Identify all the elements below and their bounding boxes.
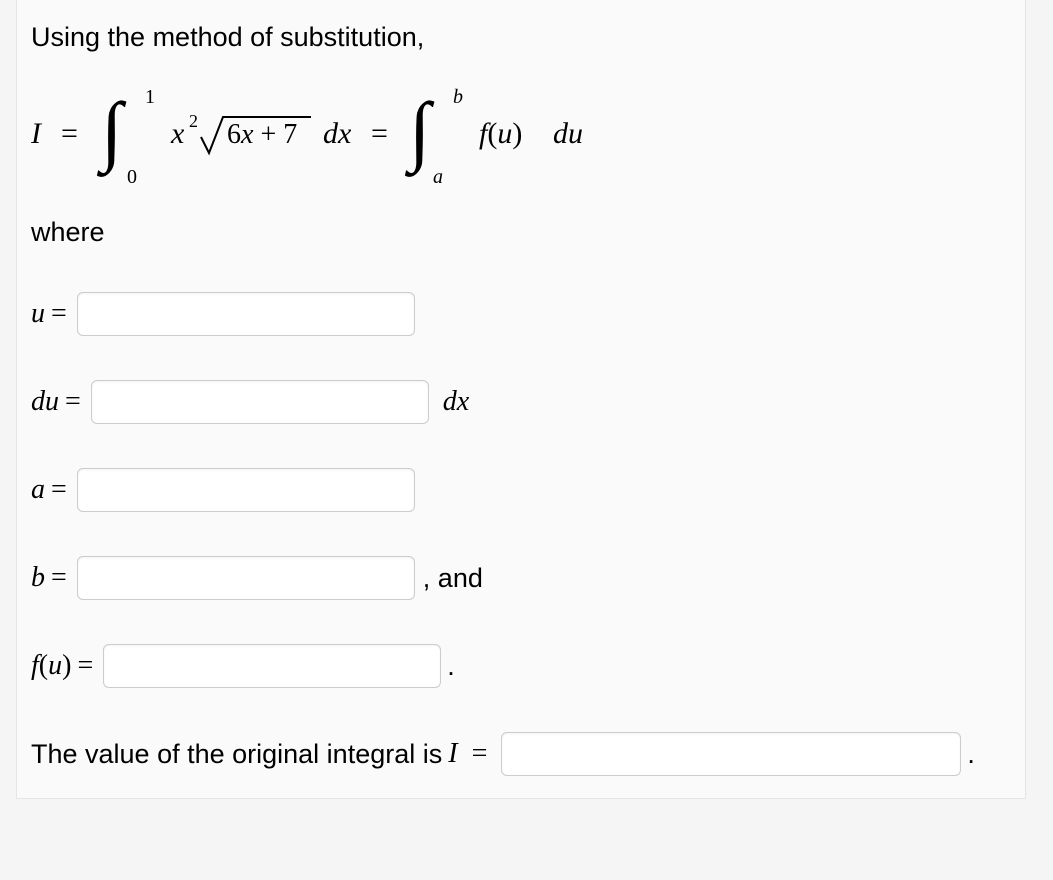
integral-sign-1: ∫ [96, 86, 127, 177]
x-squared-base: x [170, 117, 185, 150]
where-text: where [31, 217, 1009, 248]
x-squared-exp: 2 [189, 111, 198, 131]
du-text: du [553, 117, 583, 150]
row-b: b = , and [31, 556, 1009, 600]
label-fu: f(u) [31, 650, 71, 682]
upper-limit-2: b [453, 86, 463, 108]
row-final: The value of the original integral is I … [31, 732, 1009, 776]
dx-1: dx [323, 117, 352, 150]
row-u: u = [31, 292, 1009, 336]
label-a: a [31, 474, 45, 506]
eq-fu: = [77, 650, 93, 682]
eq-du: = [65, 386, 81, 418]
integral-sign-2: ∫ [404, 86, 435, 177]
label-b: b [31, 562, 45, 594]
row-a: a = [31, 468, 1009, 512]
trail-and: , and [423, 563, 483, 594]
trail-dot-final: . [967, 739, 975, 770]
row-fu: f(u) = . [31, 644, 1009, 688]
input-I[interactable] [501, 732, 961, 776]
input-fu[interactable] [103, 644, 441, 688]
integral-equation: I = ∫ 0 1 x 2 6x + 7 dx = ∫ a b f(u) [31, 81, 1009, 181]
trail-dx: dx [443, 386, 469, 418]
eq-eq2: = [371, 117, 388, 150]
trail-dot-fu: . [447, 651, 455, 682]
label-du: du [31, 386, 59, 418]
input-u[interactable] [77, 292, 415, 336]
eq-u: = [51, 298, 67, 330]
input-a[interactable] [77, 468, 415, 512]
lower-limit-2: a [433, 166, 443, 188]
input-du[interactable] [91, 380, 429, 424]
intro-text: Using the method of substitution, [31, 22, 1009, 53]
eq-a: = [51, 474, 67, 506]
lower-limit-1: 0 [127, 166, 137, 188]
eq-eq1: = [61, 117, 78, 150]
radicand: 6x + 7 [227, 119, 297, 150]
eq-b: = [51, 562, 67, 594]
eq-I: I [31, 117, 43, 150]
label-u: u [31, 298, 45, 330]
input-b[interactable] [77, 556, 415, 600]
final-eq: = [472, 738, 488, 770]
upper-limit-1: 1 [145, 86, 155, 108]
final-var: I [448, 738, 457, 770]
final-text: The value of the original integral is [31, 739, 442, 770]
f-of-u: f(u) [479, 117, 522, 150]
question-card: Using the method of substitution, I = ∫ … [16, 0, 1026, 799]
row-du: du = dx [31, 380, 1009, 424]
